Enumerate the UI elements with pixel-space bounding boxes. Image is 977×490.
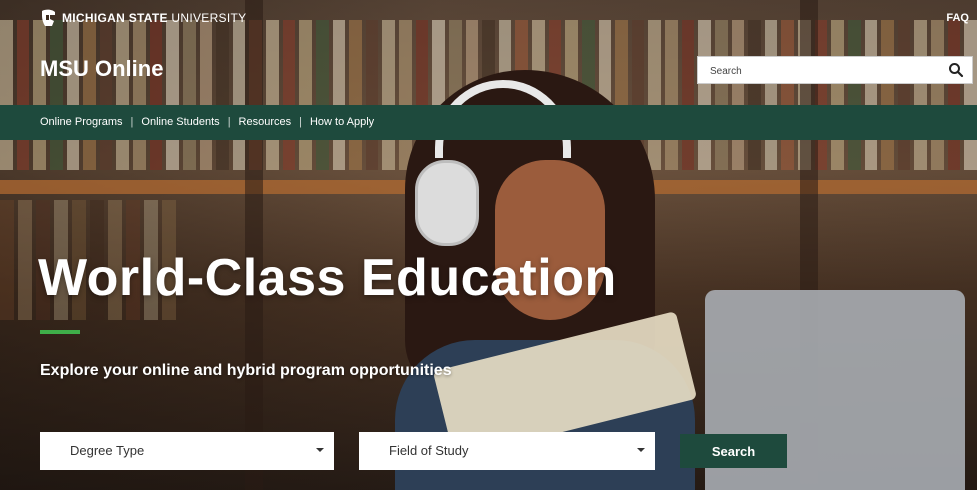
nav-item-how-to-apply[interactable]: How to Apply <box>310 116 374 128</box>
hero-subheading: Explore your online and hybrid program o… <box>40 362 452 379</box>
site-title[interactable]: MSU Online <box>40 56 163 82</box>
search-input[interactable] <box>708 62 942 80</box>
caret-down-icon <box>316 448 324 452</box>
nav-item-resources[interactable]: Resources <box>239 116 292 128</box>
nav-items: Online Programs | Online Students | Reso… <box>40 116 374 128</box>
accent-divider <box>40 330 80 334</box>
nav-item-online-students[interactable]: Online Students <box>141 116 219 128</box>
main-nav: Online Programs | Online Students | Reso… <box>0 105 977 140</box>
nav-separator: | <box>227 116 231 128</box>
degree-type-label: Degree Type <box>70 443 145 458</box>
university-logo[interactable]: MICHIGAN STATE UNIVERSITY <box>40 9 246 27</box>
nav-item-online-programs[interactable]: Online Programs <box>40 116 123 128</box>
caret-down-icon <box>637 448 645 452</box>
degree-type-select[interactable]: Degree Type <box>40 432 334 470</box>
spartan-helmet-icon <box>42 9 55 26</box>
bookcase-post <box>245 0 263 490</box>
field-of-study-select[interactable]: Field of Study <box>359 432 655 470</box>
university-name-bold: MICHIGAN STATE <box>62 11 168 25</box>
search-icon[interactable] <box>948 62 964 78</box>
field-of-study-label: Field of Study <box>389 443 469 458</box>
nav-separator: | <box>299 116 302 128</box>
site-search[interactable] <box>697 56 973 84</box>
faq-link[interactable]: FAQ <box>946 12 969 24</box>
hero-headline: World-Class Education <box>38 249 617 307</box>
university-name-light: UNIVERSITY <box>171 11 247 25</box>
university-name: MICHIGAN STATE UNIVERSITY <box>62 11 246 25</box>
program-search-button[interactable]: Search <box>680 434 787 468</box>
nav-separator: | <box>130 116 134 128</box>
